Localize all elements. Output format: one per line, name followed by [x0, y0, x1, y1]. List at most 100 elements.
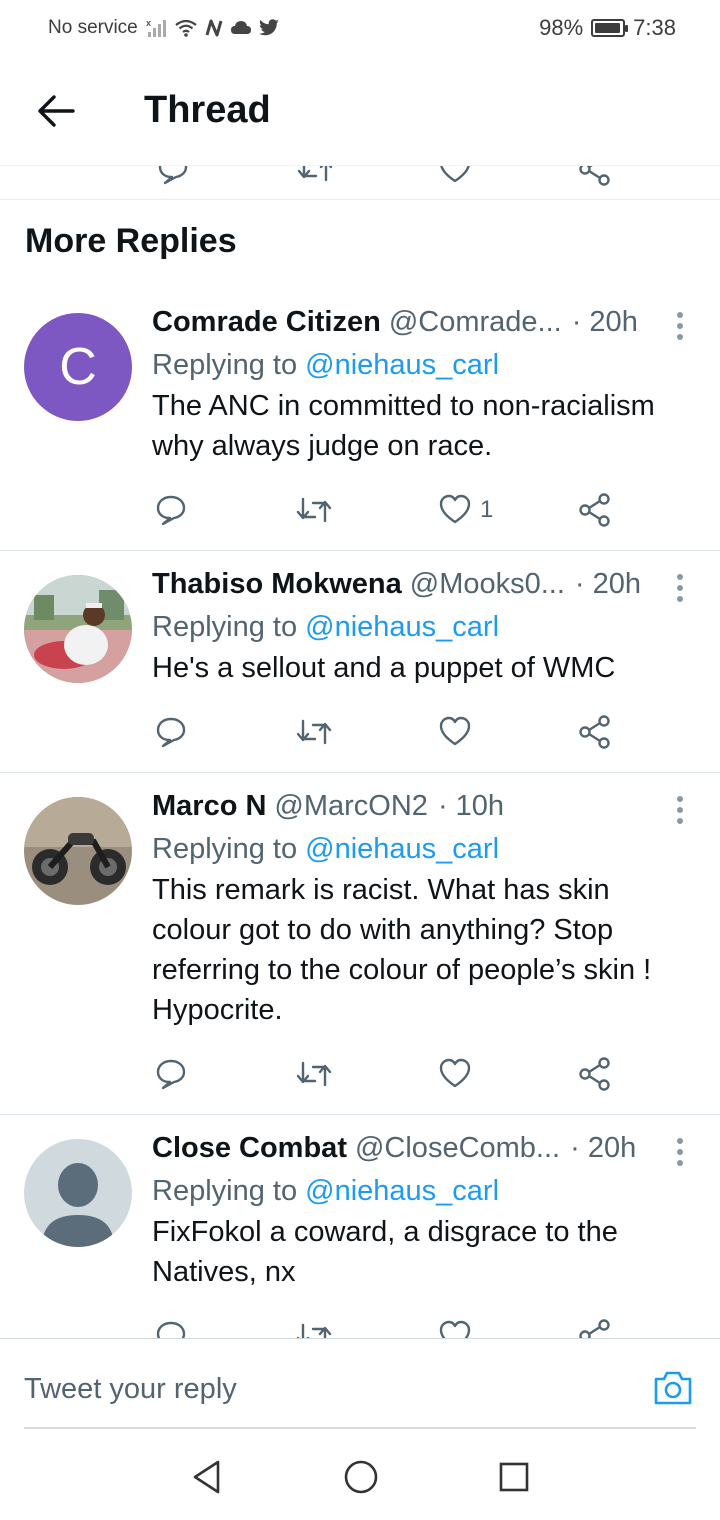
retweet-button[interactable]: [295, 1316, 333, 1338]
share-icon[interactable]: [578, 166, 612, 186]
tweet-text: He's a sellout and a puppet of WMC: [152, 652, 616, 684]
avatar[interactable]: [24, 575, 132, 683]
nav-back-button[interactable]: [190, 1459, 224, 1500]
user-photo: [24, 797, 132, 905]
heart-icon: [439, 494, 471, 524]
display-name[interactable]: Thabiso Mokwena: [152, 568, 402, 601]
retweet-icon: [296, 1323, 332, 1338]
like-button[interactable]: [438, 712, 472, 752]
like-button[interactable]: 1: [438, 490, 493, 530]
mention-link[interactable]: @niehaus_carl: [305, 611, 499, 643]
avatar[interactable]: [24, 797, 132, 905]
reply-input[interactable]: Tweet your reply: [24, 1367, 624, 1411]
avatar[interactable]: C: [24, 313, 132, 421]
retweet-icon[interactable]: [296, 166, 334, 186]
tweet-text: FixFokol a coward, a disgrace to the Nat…: [152, 1216, 618, 1288]
share-button[interactable]: [578, 1316, 612, 1338]
signal-off-icon: x: [146, 18, 166, 37]
section-title: More Replies: [25, 222, 237, 260]
timestamp: · 20h: [570, 1132, 637, 1164]
tweet-text: This remark is racist. What has skin col…: [152, 874, 652, 1026]
retweet-button[interactable]: [295, 490, 333, 530]
replying-prefix: Replying to: [152, 1175, 298, 1207]
timestamp: · 10h: [437, 790, 505, 822]
reply-icon: [156, 1059, 186, 1090]
back-button[interactable]: [26, 81, 86, 141]
default-avatar-icon: [42, 1163, 114, 1247]
more-options-button[interactable]: [670, 308, 690, 344]
share-button[interactable]: [578, 712, 612, 752]
share-icon: [579, 493, 610, 527]
user-handle[interactable]: @MarcON2: [274, 790, 428, 823]
carrier-label: No service: [48, 17, 138, 38]
reply-tweet[interactable]: Thabiso Mokwena @Mooks0... · 20h Replyin…: [0, 551, 720, 773]
like-button[interactable]: [438, 1316, 472, 1338]
page-title: Thread: [144, 89, 271, 131]
reply-button[interactable]: [154, 1316, 188, 1338]
app-header: Thread: [0, 56, 720, 166]
mention-link[interactable]: @niehaus_carl: [305, 349, 499, 381]
display-name[interactable]: Comrade Citizen: [152, 306, 381, 339]
tweet-actions: [152, 1054, 622, 1094]
tweet-body: Marco N @MarcON2 · 10h Replying to @nieh…: [152, 790, 690, 1030]
reply-icon: [156, 495, 186, 526]
avatar[interactable]: [24, 1139, 132, 1247]
tweet-meta: Close Combat @CloseComb... · 20h: [152, 1132, 690, 1172]
replying-to: Replying to @niehaus_carl: [152, 349, 690, 382]
share-icon: [579, 715, 610, 749]
replies-feed[interactable]: C Comrade Citizen @Comrade... · 20h Repl…: [0, 290, 720, 1338]
triangle-back-icon: [193, 1460, 219, 1493]
reply-icon[interactable]: [156, 166, 190, 186]
nav-recents-button[interactable]: [498, 1461, 530, 1498]
nav-home-button[interactable]: [343, 1459, 379, 1500]
mention-link[interactable]: @niehaus_carl: [305, 833, 499, 865]
reply-icon: [156, 717, 186, 748]
tweet-actions: 1: [152, 490, 622, 530]
more-options-button[interactable]: [670, 570, 690, 606]
display-name[interactable]: Close Combat: [152, 1132, 347, 1165]
like-button[interactable]: [438, 1054, 472, 1094]
camera-button[interactable]: [652, 1369, 694, 1412]
user-handle[interactable]: @Comrade...: [389, 306, 562, 339]
retweet-button[interactable]: [295, 712, 333, 752]
replying-prefix: Replying to: [152, 611, 298, 643]
replying-to: Replying to @niehaus_carl: [152, 1175, 690, 1208]
reply-tweet[interactable]: Marco N @MarcON2 · 10h Replying to @nieh…: [0, 773, 720, 1115]
reply-button[interactable]: [154, 712, 188, 752]
reply-tweet[interactable]: Close Combat @CloseComb... · 20h Replyin…: [0, 1115, 720, 1338]
heart-icon[interactable]: [438, 166, 472, 186]
circle-home-icon: [344, 1460, 378, 1493]
timestamp: · 20h: [571, 306, 638, 338]
display-name[interactable]: Marco N: [152, 790, 266, 823]
reply-composer: Tweet your reply: [0, 1338, 720, 1438]
replying-prefix: Replying to: [152, 833, 298, 865]
mention-link[interactable]: @niehaus_carl: [305, 1175, 499, 1207]
system-nav-bar: [0, 1438, 720, 1520]
user-handle[interactable]: @CloseComb...: [355, 1132, 560, 1165]
divider: [24, 1427, 696, 1429]
tweet-body: Thabiso Mokwena @Mooks0... · 20h Replyin…: [152, 568, 690, 688]
battery-icon: [591, 19, 629, 37]
reply-button[interactable]: [154, 490, 188, 530]
tweet-meta: Comrade Citizen @Comrade... · 20h: [152, 306, 690, 346]
twitter-bird-icon: [258, 19, 279, 36]
cloud-icon: [230, 21, 251, 34]
tweet-meta: Thabiso Mokwena @Mooks0... · 20h: [152, 568, 690, 608]
status-left: No service x: [48, 17, 280, 39]
user-handle[interactable]: @Mooks0...: [410, 568, 565, 601]
share-button[interactable]: [578, 490, 612, 530]
square-recents-icon: [500, 1462, 529, 1491]
heart-icon: [439, 1320, 471, 1338]
reply-tweet[interactable]: C Comrade Citizen @Comrade... · 20h Repl…: [0, 290, 720, 551]
wifi-icon: [175, 19, 197, 37]
replying-to: Replying to @niehaus_carl: [152, 611, 690, 644]
more-options-button[interactable]: [670, 792, 690, 828]
retweet-button[interactable]: [295, 1054, 333, 1094]
status-bar: No service x 98% 7:38: [0, 0, 720, 56]
share-button[interactable]: [578, 1054, 612, 1094]
share-icon: [579, 1057, 610, 1091]
reply-button[interactable]: [154, 1054, 188, 1094]
tweet-text: The ANC in committed to non-racialism wh…: [152, 390, 655, 462]
camera-icon: [654, 1371, 692, 1405]
more-options-button[interactable]: [670, 1134, 690, 1170]
